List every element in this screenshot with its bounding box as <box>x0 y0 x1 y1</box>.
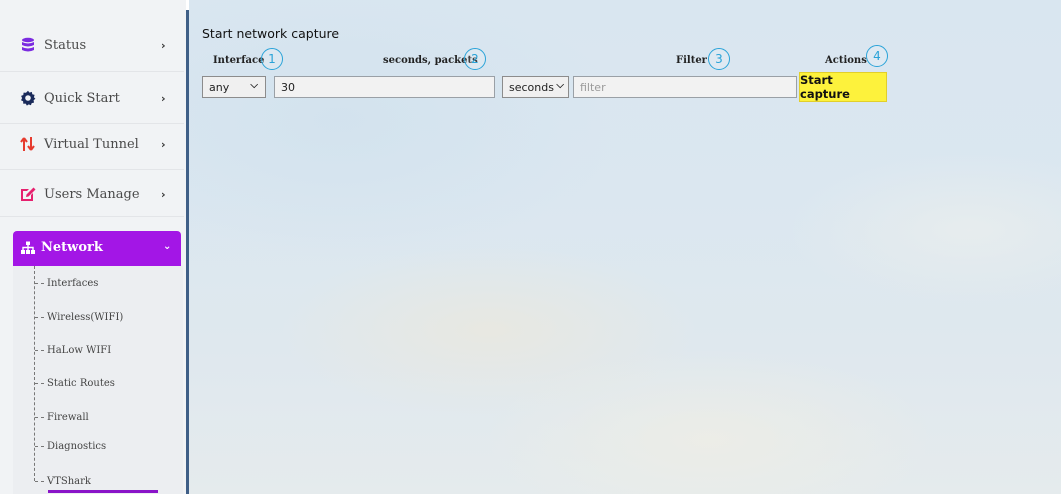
submenu-item-wireless[interactable]: Wireless(WIFI) <box>35 309 123 325</box>
sitemap-icon <box>21 241 35 259</box>
submenu-item-diagnostics[interactable]: Diagnostics <box>35 438 106 454</box>
sidebar: Status › Quick Start › Virtual Tunnel › <box>0 0 186 494</box>
filter-input[interactable]: filter <box>573 76 797 98</box>
submenu-item-label: HaLow WIFI <box>47 344 112 356</box>
interface-select[interactable]: any ⌵ <box>202 76 266 98</box>
sidebar-item-label: Quick Start <box>44 90 120 106</box>
step-badge-1: 1 <box>261 48 283 70</box>
unit-select[interactable]: seconds ⌵ <box>502 76 569 98</box>
submenu-item-firewall[interactable]: Firewall <box>35 409 89 425</box>
sidebar-item-label: Network <box>41 240 103 255</box>
submenu-item-halow-wifi[interactable]: HaLow WIFI <box>35 342 111 358</box>
divider <box>0 216 184 217</box>
chevron-right-icon: › <box>161 137 166 151</box>
gear-icon <box>20 90 36 106</box>
sidebar-item-status[interactable]: Status › <box>0 19 184 71</box>
duration-input[interactable]: 30 <box>274 76 495 98</box>
submenu-item-label: VTShark <box>47 475 91 487</box>
interface-label: Interface <box>213 55 265 66</box>
submenu-item-label: Firewall <box>47 411 89 423</box>
database-icon <box>20 37 36 53</box>
submenu-item-static-routes[interactable]: Static Routes <box>35 375 115 391</box>
sidebar-item-label: Virtual Tunnel <box>44 136 139 152</box>
step-badge-2: 2 <box>464 48 486 70</box>
filter-placeholder: filter <box>580 80 606 94</box>
actions-label: Actions <box>825 55 867 66</box>
submenu-item-label: Wireless(WIFI) <box>47 311 124 323</box>
sidebar-item-quick-start[interactable]: Quick Start › <box>0 72 184 124</box>
chevron-right-icon: › <box>161 38 166 52</box>
sidebar-item-label: Status <box>44 37 87 53</box>
duration-input-value: 30 <box>281 80 295 94</box>
filter-label: Filter <box>676 55 707 66</box>
submenu-item-vtshark[interactable]: VTShark <box>35 473 91 489</box>
start-capture-button[interactable]: Start capture <box>799 72 887 102</box>
chevron-down-icon: ⌵ <box>250 80 258 91</box>
submenu-item-label: Static Routes <box>47 377 115 389</box>
active-item-indicator <box>48 490 158 493</box>
page-title: Start network capture <box>202 26 340 41</box>
sidebar-item-label: Users Manage <box>44 186 140 202</box>
chevron-down-icon: ⌵ <box>556 80 564 91</box>
submenu-item-interfaces[interactable]: Interfaces <box>35 275 98 291</box>
chevron-right-icon: › <box>161 91 166 105</box>
submenu-item-label: Diagnostics <box>47 440 107 452</box>
unit-select-value: seconds <box>509 80 554 94</box>
interface-select-value: any <box>209 80 230 94</box>
main-content: Start network capture Interface 1 second… <box>189 0 1061 494</box>
edit-icon <box>20 186 36 202</box>
chevron-right-icon: › <box>161 187 166 201</box>
transfer-arrows-icon <box>20 136 36 152</box>
step-badge-3: 3 <box>708 48 730 70</box>
submenu-item-label: Interfaces <box>47 277 99 289</box>
sidebar-item-virtual-tunnel[interactable]: Virtual Tunnel › <box>0 118 184 170</box>
sidebar-item-users-manage[interactable]: Users Manage › <box>0 168 184 220</box>
sidebar-item-network[interactable]: Network ⌄ <box>13 231 181 266</box>
step-badge-4: 4 <box>866 45 888 67</box>
chevron-down-icon: ⌄ <box>163 241 172 252</box>
network-submenu: Interfaces Wireless(WIFI) HaLow WIFI Sta… <box>13 266 183 494</box>
